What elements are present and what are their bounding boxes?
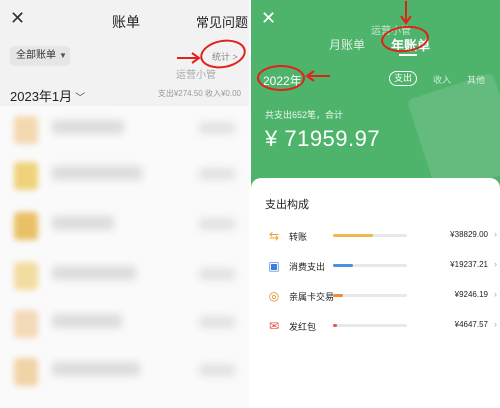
bill-filter-dropdown[interactable]: 全部账单 ▼ [10, 46, 70, 66]
chevron-right-icon: › [494, 229, 497, 239]
list-item[interactable] [0, 206, 249, 246]
chevron-right-icon: › [494, 289, 497, 299]
item-amount [199, 364, 235, 376]
wallet-icon: ▣ [268, 259, 280, 273]
monthly-bill-screen: ✕ 账单 常见问题 全部账单 ▼ 运营小管 统计 > 2023年1月 ﹀ 支出¥27… [0, 0, 249, 408]
caret-down-icon: ▼ [59, 51, 67, 60]
expense-breakdown-card: 支出构成 ⇆ 转账 ¥38829.00 › ▣ 消费支出 ¥19237.21 › ◎ 亲属卡交易 ¥… [251, 178, 500, 408]
category-share-bar [333, 324, 407, 327]
item-icon [14, 358, 38, 386]
item-amount [199, 168, 235, 180]
category-share-bar [333, 264, 407, 267]
faq-link[interactable]: 常见问题 [196, 12, 248, 31]
category-share-bar [333, 234, 407, 237]
item-amount [199, 316, 235, 328]
month-summary: 支出¥274.50 收入¥0.00 [157, 89, 241, 98]
active-tab-indicator [399, 54, 417, 56]
item-text [52, 216, 114, 230]
yearly-bill-screen: ✕ 运营小管 月账单 年账单 2022年 支出 收入 其他 共支出652笔，合计… [251, 0, 500, 408]
item-amount [199, 122, 235, 134]
month-selector[interactable]: 2023年1月 ﹀ [10, 86, 85, 105]
category-name: 消费支出 [289, 262, 326, 272]
item-amount [199, 268, 235, 280]
category-amount: ¥19237.21 [450, 260, 488, 269]
expense-count: 共支出652笔，合计 [265, 110, 344, 120]
item-icon [14, 262, 38, 290]
item-amount [199, 218, 235, 230]
category-share-fill [333, 234, 373, 237]
list-item[interactable] [0, 352, 249, 392]
transaction-list [0, 106, 249, 408]
category-amount: ¥4647.57 [454, 320, 488, 329]
category-amount: ¥9246.19 [454, 290, 488, 299]
chevron-right-icon: › [494, 259, 497, 269]
category-name: 亲属卡交易 [289, 292, 335, 302]
category-name: 转账 [289, 232, 308, 242]
item-icon [14, 116, 38, 144]
item-text [52, 266, 136, 280]
card-title: 支出构成 [265, 199, 309, 211]
bill-filter-label: 全部账单 [16, 50, 56, 61]
family-card-icon: ◎ [268, 289, 280, 303]
list-item[interactable] [0, 156, 249, 196]
item-icon [14, 162, 38, 190]
category-amount: ¥38829.00 [450, 230, 488, 239]
list-item[interactable] [0, 304, 249, 344]
list-item[interactable] [0, 110, 249, 150]
item-text [52, 362, 140, 376]
item-icon [14, 310, 38, 338]
close-icon[interactable]: ✕ [261, 9, 276, 27]
item-text [52, 314, 122, 328]
item-text [52, 166, 142, 180]
item-text [52, 120, 124, 134]
annotation-arrow-icon [400, 1, 412, 25]
chevron-down-icon: ﹀ [75, 93, 86, 104]
annotation-arrow-icon [177, 52, 201, 64]
category-row[interactable]: ⇆ 转账 ¥38829.00 › [251, 226, 500, 250]
red-packet-icon: ✉ [268, 319, 280, 333]
expense-total: ¥ 71959.97 [265, 126, 381, 151]
item-icon [14, 212, 38, 240]
category-name: 发红包 [289, 322, 317, 332]
tab-monthly-bill[interactable]: 月账单 [329, 36, 365, 53]
watermark: 运营小管 [176, 70, 216, 81]
chevron-right-icon: › [494, 319, 497, 329]
type-filter-expense[interactable]: 支出 [389, 71, 417, 86]
month-bar: 2023年1月 ﹀ 支出¥274.50 收入¥0.00 [0, 80, 249, 106]
category-share-fill [333, 324, 338, 327]
category-share-bar [333, 294, 407, 297]
category-row[interactable]: ✉ 发红包 ¥4647.57 › [251, 316, 500, 340]
close-icon[interactable]: ✕ [10, 9, 28, 27]
category-row[interactable]: ▣ 消费支出 ¥19237.21 › [251, 256, 500, 280]
month-label: 2023年1月 [10, 89, 73, 104]
category-row[interactable]: ◎ 亲属卡交易 ¥9246.19 › [251, 286, 500, 310]
page-title: 账单 [112, 14, 140, 30]
type-filter-income[interactable]: 收入 [433, 73, 451, 86]
annotation-arrow-icon [305, 70, 330, 82]
type-filter-other[interactable]: 其他 [467, 73, 485, 86]
annotation-circle [257, 65, 305, 91]
category-share-fill [333, 264, 353, 267]
category-share-fill [333, 294, 343, 297]
list-item[interactable] [0, 256, 249, 296]
transfer-icon: ⇆ [268, 229, 280, 243]
